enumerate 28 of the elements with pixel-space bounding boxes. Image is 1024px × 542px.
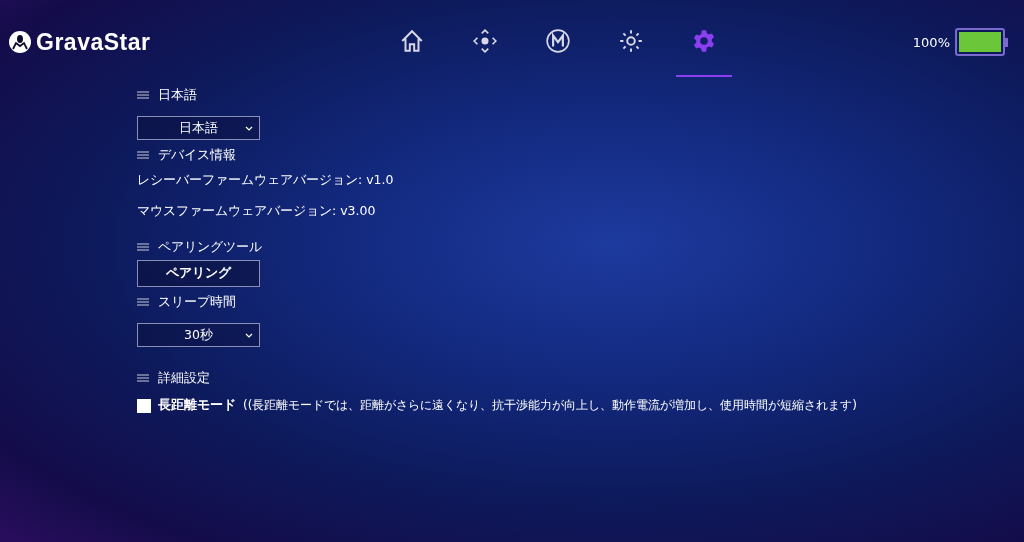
menu-lines-icon <box>137 298 149 306</box>
brand-name: GravaStar <box>36 28 151 56</box>
menu-lines-icon <box>137 243 149 251</box>
home-icon <box>399 28 425 54</box>
version-text: レシーバーファームウェアバージョン: v1.0 <box>137 172 394 189</box>
section-heading: 日本語 <box>158 86 197 104</box>
sun-icon <box>618 28 644 54</box>
section-heading: デバイス情報 <box>158 146 236 164</box>
chevron-down-icon <box>245 126 253 131</box>
checkbox-label: 長距離モード <box>158 397 236 414</box>
settings-icon <box>691 28 717 54</box>
logo-icon <box>8 30 32 54</box>
description-text: ((長距離モードでは、距離がさらに遠くなり、抗干渉能力が向上し、動作電流が増加し、使用時間が短縮されます) <box>243 397 858 414</box>
section-heading: 詳細設定 <box>158 369 210 387</box>
checkbox[interactable] <box>137 398 151 413</box>
version-text: マウスファームウェアバージョン: v3.00 <box>137 203 376 220</box>
dropdown[interactable]: 日本語 <box>137 116 260 140</box>
battery-percentage: 100% <box>912 34 950 50</box>
dropdown[interactable]: 30秒 <box>137 323 260 347</box>
direction-pad-icon <box>472 28 498 54</box>
m-circle-icon <box>545 28 571 54</box>
menu-lines-icon <box>137 374 149 382</box>
section-heading: ペアリングツール <box>158 238 262 256</box>
menu-lines-icon <box>137 151 149 159</box>
menu-lines-icon <box>137 91 149 99</box>
pairing-button[interactable]: ペアリング <box>137 260 260 287</box>
section-heading: スリープ時間 <box>158 293 236 311</box>
chevron-down-icon <box>245 333 253 338</box>
